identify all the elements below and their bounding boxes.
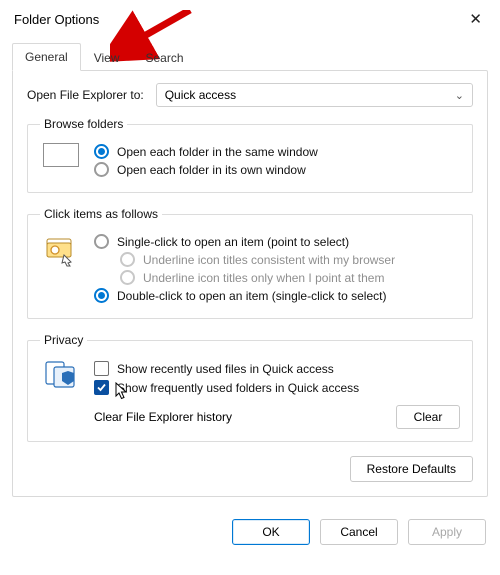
radio-underline-point: Underline icon titles only when I point … bbox=[120, 270, 460, 285]
radio-own-window[interactable]: Open each folder in its own window bbox=[94, 162, 460, 177]
tab-general[interactable]: General bbox=[12, 43, 81, 71]
open-explorer-value: Quick access bbox=[165, 88, 236, 102]
open-explorer-label: Open File Explorer to: bbox=[27, 88, 144, 102]
radio-label: Open each folder in the same window bbox=[117, 145, 318, 159]
ok-button[interactable]: OK bbox=[232, 519, 310, 545]
open-explorer-select[interactable]: Quick access ⌄ bbox=[156, 83, 473, 107]
radio-icon bbox=[120, 252, 135, 267]
radio-icon bbox=[94, 162, 109, 177]
cursor-icon bbox=[114, 382, 130, 400]
checkbox-label: Show recently used files in Quick access bbox=[117, 362, 334, 376]
privacy-legend: Privacy bbox=[40, 333, 87, 347]
checkbox-icon bbox=[94, 380, 109, 395]
radio-label: Double-click to open an item (single-cli… bbox=[117, 289, 386, 303]
tab-view[interactable]: View bbox=[81, 44, 133, 71]
radio-single-click[interactable]: Single-click to open an item (point to s… bbox=[94, 234, 460, 249]
chevron-down-icon: ⌄ bbox=[455, 89, 464, 102]
radio-icon bbox=[94, 144, 109, 159]
tab-search[interactable]: Search bbox=[133, 44, 197, 71]
radio-icon bbox=[120, 270, 135, 285]
close-icon[interactable]: ✕ bbox=[463, 8, 488, 30]
radio-label: Open each folder in its own window bbox=[117, 163, 306, 177]
radio-label: Single-click to open an item (point to s… bbox=[117, 235, 349, 249]
restore-defaults-button[interactable]: Restore Defaults bbox=[350, 456, 473, 482]
browse-legend: Browse folders bbox=[40, 117, 127, 131]
radio-double-click[interactable]: Double-click to open an item (single-cli… bbox=[94, 288, 460, 303]
checkbox-frequent-folders[interactable]: Show frequently used folders in Quick ac… bbox=[94, 380, 460, 395]
radio-underline-browser: Underline icon titles consistent with my… bbox=[120, 252, 460, 267]
radio-icon bbox=[94, 234, 109, 249]
checkbox-label: Show frequently used folders in Quick ac… bbox=[117, 381, 359, 395]
tab-panel-general: Open File Explorer to: Quick access ⌄ Br… bbox=[12, 70, 488, 497]
dialog-footer: OK Cancel Apply bbox=[0, 507, 500, 557]
radio-same-window[interactable]: Open each folder in the same window bbox=[94, 144, 460, 159]
browse-folder-icon bbox=[40, 141, 82, 180]
window-title: Folder Options bbox=[14, 12, 99, 27]
group-privacy: Privacy Show recently used files in Quic… bbox=[27, 333, 473, 442]
clear-button[interactable]: Clear bbox=[396, 405, 460, 429]
radio-icon bbox=[94, 288, 109, 303]
privacy-icon bbox=[40, 357, 82, 429]
clear-history-label: Clear File Explorer history bbox=[94, 410, 232, 424]
tab-strip: General View Search bbox=[12, 42, 488, 70]
radio-label: Underline icon titles consistent with my… bbox=[143, 253, 395, 267]
group-browse-folders: Browse folders Open each folder in the s… bbox=[27, 117, 473, 193]
click-folder-icon bbox=[40, 231, 82, 306]
radio-label: Underline icon titles only when I point … bbox=[143, 271, 384, 285]
cancel-button[interactable]: Cancel bbox=[320, 519, 398, 545]
click-legend: Click items as follows bbox=[40, 207, 162, 221]
apply-button[interactable]: Apply bbox=[408, 519, 486, 545]
checkbox-recent-files[interactable]: Show recently used files in Quick access bbox=[94, 361, 460, 376]
checkbox-icon bbox=[94, 361, 109, 376]
group-click-items: Click items as follows Single-click to o… bbox=[27, 207, 473, 319]
